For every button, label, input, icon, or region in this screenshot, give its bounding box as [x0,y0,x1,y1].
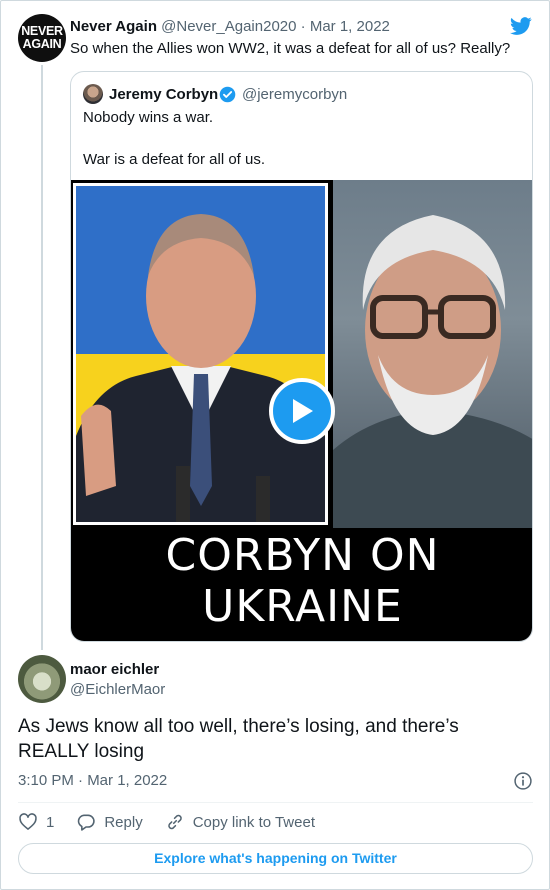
quoted-display-name: Jeremy Corbyn [109,86,219,103]
jeremy-corbyn-avatar [83,84,103,104]
parent-display-name[interactable]: Never Again [70,18,157,35]
reply-tweet-text: As Jews know all too well, there’s losin… [18,716,459,762]
play-icon [293,399,313,423]
reply-bubble-icon [78,814,96,831]
twitter-logo-icon[interactable] [509,15,533,37]
putin-figure [76,214,325,522]
never-again-avatar[interactable]: NEVER AGAIN [18,14,66,62]
video-caption-line-1: CORBYN ON [165,530,440,581]
link-icon [167,814,182,830]
reply-timestamp[interactable]: 3:10 PM · Mar 1, 2022 [18,771,167,790]
tweet-actions-bar: 1 Reply Copy link to Tweet [18,811,337,833]
reply-display-name[interactable]: maor eichler [70,660,159,679]
reply-label: Reply [104,813,143,831]
info-icon[interactable] [513,771,533,791]
parent-date[interactable]: Mar 1, 2022 [310,18,390,35]
parent-tweet-text: So when the Allies won WW2, it was a def… [70,40,511,57]
corbyn-photo-panel [333,180,532,528]
explore-twitter-button[interactable]: Explore what's happening on Twitter [18,843,533,874]
quoted-text-line-1: Nobody wins a war. [83,109,214,126]
avatar-text-line-2: AGAIN [22,37,62,51]
video-caption: CORBYN ON UKRAINE [71,530,532,632]
quoted-text-line-2: War is a defeat for all of us. [83,151,266,168]
putin-photo-panel [73,183,328,525]
quoted-handle: @jeremycorbyn [242,86,348,103]
video-thumbnail[interactable]: CORBYN ON UKRAINE [71,180,532,641]
parent-handle-text: @Never_Again2020 [161,18,297,35]
thread-connector-line [41,65,43,650]
parent-tweet-header: Never Again @Never_Again2020 · Mar 1, 20… [70,17,390,36]
like-button[interactable]: 1 [18,812,54,832]
parent-handle[interactable]: @Never_Again2020 [161,18,296,35]
action-divider [18,802,533,803]
reply-button[interactable]: Reply [76,812,143,832]
copy-link-button[interactable]: Copy link to Tweet [165,812,315,832]
play-button[interactable] [269,378,335,444]
corbyn-figure [333,215,532,528]
header-separator: · [296,18,310,35]
maor-eichler-avatar[interactable] [18,655,66,703]
tweet-embed-card: NEVER AGAIN Never Again @Never_Again2020… [0,0,550,890]
heart-icon [19,813,37,830]
like-count: 1 [46,813,55,831]
verified-badge-icon [219,86,236,103]
reply-handle[interactable]: @EichlerMaor [70,680,165,699]
quoted-tweet-card[interactable]: Jeremy Corbyn @jeremycorbyn Nobody wins … [70,71,533,642]
video-caption-line-2: UKRAINE [202,581,403,632]
copy-link-label: Copy link to Tweet [192,813,315,831]
